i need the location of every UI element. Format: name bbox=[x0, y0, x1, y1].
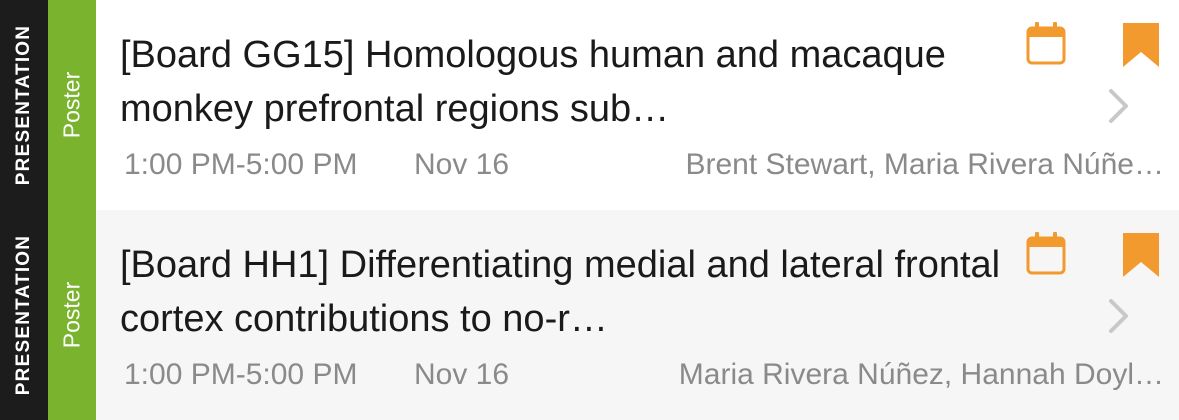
chevron-right-icon[interactable] bbox=[1106, 296, 1132, 336]
calendar-icon[interactable] bbox=[1026, 22, 1066, 66]
session-date: Nov 16 bbox=[414, 148, 510, 181]
session-meta: 1:00 PM-5:00 PM Nov 16 Maria Rivera Núñe… bbox=[124, 355, 1164, 395]
session-time: 1:00 PM-5:00 PM bbox=[124, 148, 358, 181]
chevron-right-icon[interactable] bbox=[1106, 86, 1132, 126]
session-list: PRESENTATION Poster [Board GG15] Homolog… bbox=[0, 0, 1179, 420]
bookmark-icon[interactable] bbox=[1122, 22, 1160, 68]
session-authors: Brent Stewart, Maria Rivera Núñe… bbox=[685, 148, 1164, 181]
session-time: 1:00 PM-5:00 PM bbox=[124, 358, 358, 391]
session-type-strip: Poster bbox=[48, 0, 96, 210]
session-type-label: Poster bbox=[58, 71, 85, 139]
session-kind-label: PRESENTATION bbox=[13, 234, 34, 396]
calendar-icon[interactable] bbox=[1026, 232, 1066, 276]
session-row[interactable]: PRESENTATION Poster [Board GG15] Homolog… bbox=[0, 0, 1179, 210]
session-date: Nov 16 bbox=[414, 358, 510, 391]
session-meta: 1:00 PM-5:00 PM Nov 16 Brent Stewart, Ma… bbox=[124, 145, 1164, 185]
session-title: [Board GG15] Homologous human and macaqu… bbox=[120, 34, 946, 130]
session-authors: Maria Rivera Núñez, Hannah Doyl… bbox=[678, 358, 1164, 391]
session-kind-label: PRESENTATION bbox=[13, 24, 34, 186]
session-kind-strip: PRESENTATION bbox=[0, 0, 48, 210]
session-row[interactable]: PRESENTATION Poster [Board HH1] Differen… bbox=[0, 210, 1179, 420]
session-kind-strip: PRESENTATION bbox=[0, 210, 48, 420]
session-type-strip: Poster bbox=[48, 210, 96, 420]
bookmark-icon[interactable] bbox=[1122, 232, 1160, 278]
session-title: [Board HH1] Differentiating medial and l… bbox=[120, 244, 1001, 340]
session-type-label: Poster bbox=[58, 281, 85, 349]
